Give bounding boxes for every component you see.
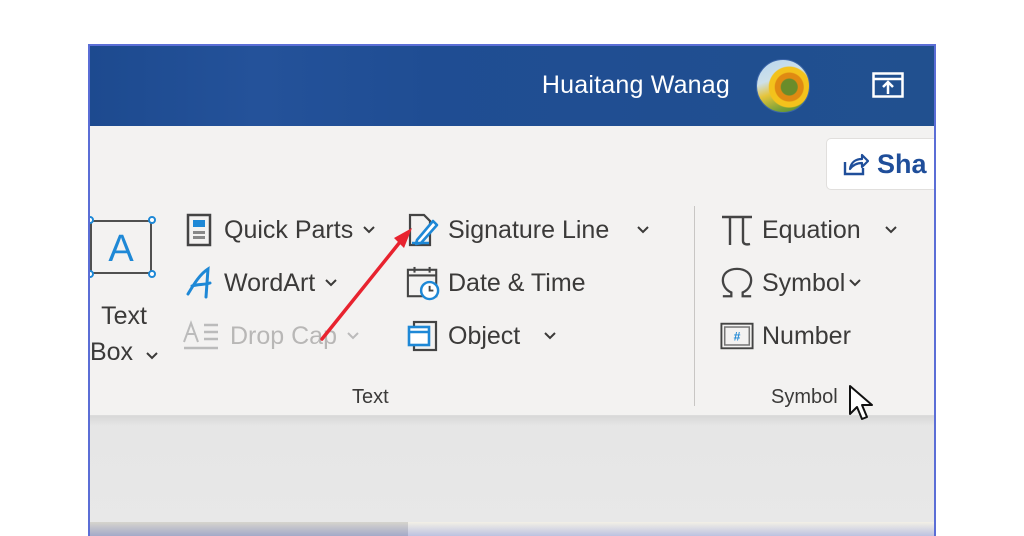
chevron-down-icon	[849, 279, 862, 287]
mouse-cursor-icon	[849, 385, 873, 420]
date-time-button[interactable]: Date & Time	[406, 266, 586, 301]
signature-line-button[interactable]: Signature Line	[406, 213, 649, 247]
document-area[interactable]	[90, 416, 934, 536]
ribbon-display-icon[interactable]	[872, 72, 904, 98]
ribbon-insert: Sha A Text Box Quick Parts WordArt Drop …	[90, 126, 934, 416]
text-box-icon: A	[90, 216, 156, 278]
share-label: Sha	[877, 148, 927, 179]
quick-parts-icon	[182, 213, 216, 247]
chevron-down-icon	[544, 332, 556, 340]
signature-line-icon	[406, 213, 440, 247]
omega-icon	[720, 266, 754, 300]
title-bar: Huaitang Wanag	[90, 46, 934, 126]
text-box-label-2: Box	[89, 338, 134, 366]
number-icon: #	[720, 319, 754, 353]
avatar[interactable]	[756, 59, 810, 113]
object-icon	[406, 319, 440, 353]
drop-cap-icon	[182, 319, 222, 353]
date-time-icon	[406, 266, 440, 301]
chevron-down-icon	[637, 226, 649, 234]
svg-text:#: #	[734, 330, 741, 344]
text-group-label: Text	[352, 386, 389, 408]
chevron-down-icon	[363, 226, 375, 234]
wordart-button[interactable]: WordArt	[182, 266, 337, 300]
chevron-down-icon	[347, 332, 359, 340]
object-button[interactable]: Object	[406, 319, 556, 353]
user-name[interactable]: Huaitang Wanag	[542, 71, 730, 100]
text-box-label-1: Text	[101, 302, 147, 330]
symbol-button[interactable]: Symbol	[720, 266, 862, 300]
pi-icon	[720, 213, 754, 247]
group-separator	[694, 206, 695, 406]
chevron-down-icon	[146, 352, 158, 360]
chevron-down-icon	[325, 279, 337, 287]
wordart-icon	[182, 266, 216, 300]
drop-cap-button[interactable]: Drop Cap	[182, 319, 359, 353]
chevron-down-icon	[884, 226, 897, 234]
equation-button[interactable]: Equation	[720, 213, 897, 247]
symbols-group-label: Symbol	[771, 386, 838, 408]
text-box-button[interactable]: A Text Box	[89, 216, 164, 368]
word-window: Huaitang Wanag Sha A Text Box Quick Part…	[88, 44, 936, 536]
number-button[interactable]: # Number	[720, 319, 851, 353]
share-button[interactable]: Sha	[826, 138, 934, 190]
share-icon	[843, 153, 869, 176]
quick-parts-button[interactable]: Quick Parts	[182, 213, 375, 247]
